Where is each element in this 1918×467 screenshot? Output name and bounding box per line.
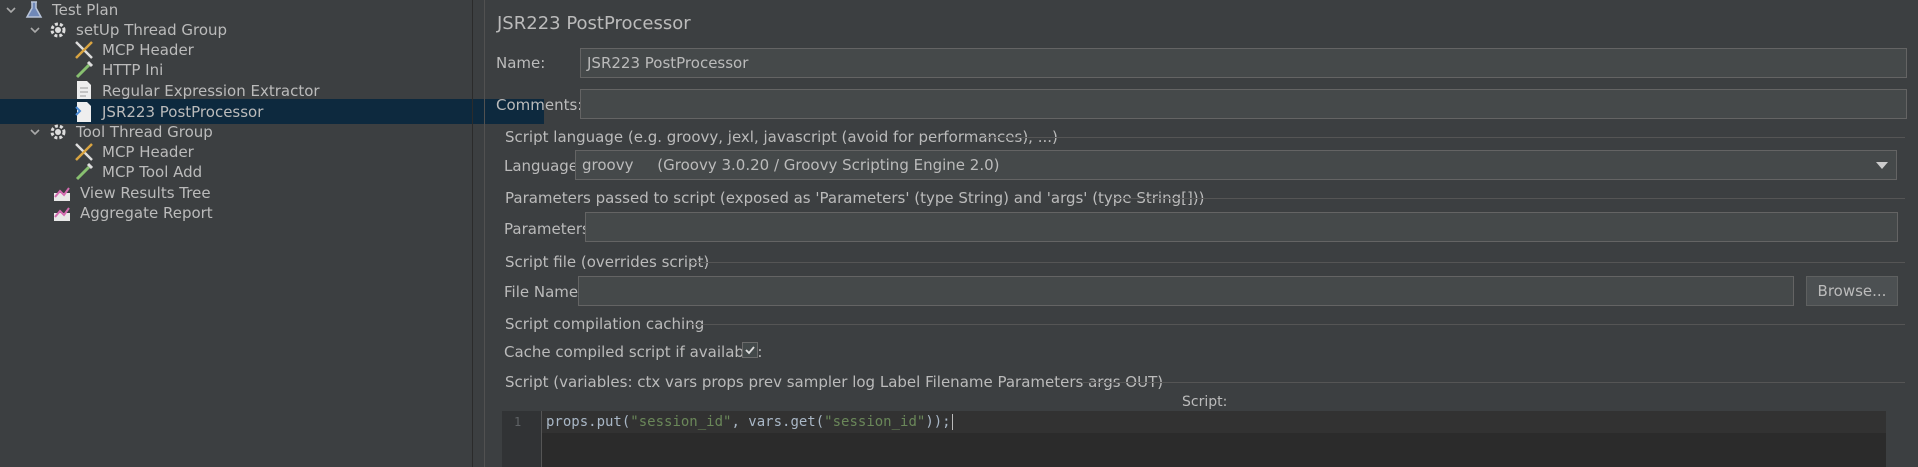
tree-node-label: MCP Header bbox=[102, 142, 194, 161]
file-name-label: File Name: bbox=[504, 283, 584, 301]
parameters-section-title: Parameters passed to script (exposed as … bbox=[505, 189, 1205, 207]
code-line[interactable]: props.put("session_id", vars.get("sessio… bbox=[546, 411, 953, 433]
line-gutter bbox=[502, 411, 542, 467]
page-title: JSR223 PostProcessor bbox=[497, 13, 691, 34]
chevron-down-icon[interactable] bbox=[4, 3, 18, 17]
tree-node-label: setUp Thread Group bbox=[76, 20, 228, 39]
script-language-section-title: Script language (e.g. groovy, jexl, java… bbox=[505, 128, 1058, 146]
script-header: Script: bbox=[1182, 394, 1228, 410]
tree-node-aggregate-report[interactable]: Aggregate Report bbox=[0, 200, 522, 225]
code-token: )); bbox=[925, 414, 951, 430]
parameters-label: Parameters: bbox=[504, 220, 595, 238]
tree-node-label: View Results Tree bbox=[80, 183, 211, 202]
chevron-down-icon[interactable] bbox=[1876, 156, 1888, 174]
test-plan-tree: Test Plan setUp Thread Group MCP Header … bbox=[0, 0, 544, 467]
tree-node-label: Aggregate Report bbox=[80, 203, 213, 222]
code-token: , vars.get( bbox=[731, 414, 825, 430]
checkmark-icon bbox=[745, 346, 755, 355]
parameters-field[interactable] bbox=[585, 212, 1898, 242]
chevron-down-icon[interactable] bbox=[28, 23, 42, 37]
script-file-section-title: Script file (overrides script) bbox=[505, 253, 710, 271]
language-selected-value: groovy (Groovy 3.0.20 / Groovy Scripting… bbox=[582, 156, 1000, 174]
tree-node-label: MCP Header bbox=[102, 40, 194, 59]
tree-node-label: MCP Tool Add bbox=[102, 162, 203, 181]
chart-icon bbox=[50, 201, 74, 225]
code-string: "session_id" bbox=[630, 414, 732, 430]
file-name-field[interactable] bbox=[578, 276, 1794, 306]
section-divider bbox=[985, 137, 1905, 138]
script-editor[interactable]: 1 props.put("session_id", vars.get("sess… bbox=[502, 411, 1886, 467]
tree-node-label: JSR223 PostProcessor bbox=[102, 102, 264, 121]
tree-node-label: Test Plan bbox=[52, 0, 119, 19]
language-label: Language: bbox=[504, 157, 584, 175]
code-token: props.put( bbox=[546, 414, 631, 430]
line-number: 1 bbox=[514, 415, 522, 429]
text-caret bbox=[951, 414, 953, 430]
splitter[interactable] bbox=[472, 0, 473, 467]
divider bbox=[484, 0, 485, 467]
browse-button[interactable]: Browse... bbox=[1806, 276, 1898, 306]
name-label: Name: bbox=[496, 54, 546, 72]
section-divider bbox=[690, 262, 1905, 263]
code-string: "session_id" bbox=[824, 414, 926, 430]
script-section-title: Script (variables: ctx vars props prev s… bbox=[505, 373, 1164, 391]
tree-node-label: Tool Thread Group bbox=[76, 122, 213, 141]
name-field[interactable]: JSR223 PostProcessor bbox=[580, 48, 1907, 78]
comments-label: Comments: bbox=[496, 96, 583, 114]
section-divider bbox=[1083, 382, 1905, 383]
comments-field[interactable] bbox=[580, 89, 1907, 119]
section-divider bbox=[690, 324, 1905, 325]
language-select[interactable]: groovy (Groovy 3.0.20 / Groovy Scripting… bbox=[575, 150, 1897, 180]
section-divider bbox=[1112, 198, 1905, 199]
cache-label: Cache compiled script if available: bbox=[504, 343, 763, 361]
cache-checkbox[interactable] bbox=[742, 342, 758, 358]
caching-section-title: Script compilation caching bbox=[505, 315, 705, 333]
chevron-down-icon[interactable] bbox=[28, 125, 42, 139]
tree-node-label: Regular Expression Extractor bbox=[102, 81, 320, 100]
tree-node-label: HTTP Ini bbox=[102, 60, 164, 79]
